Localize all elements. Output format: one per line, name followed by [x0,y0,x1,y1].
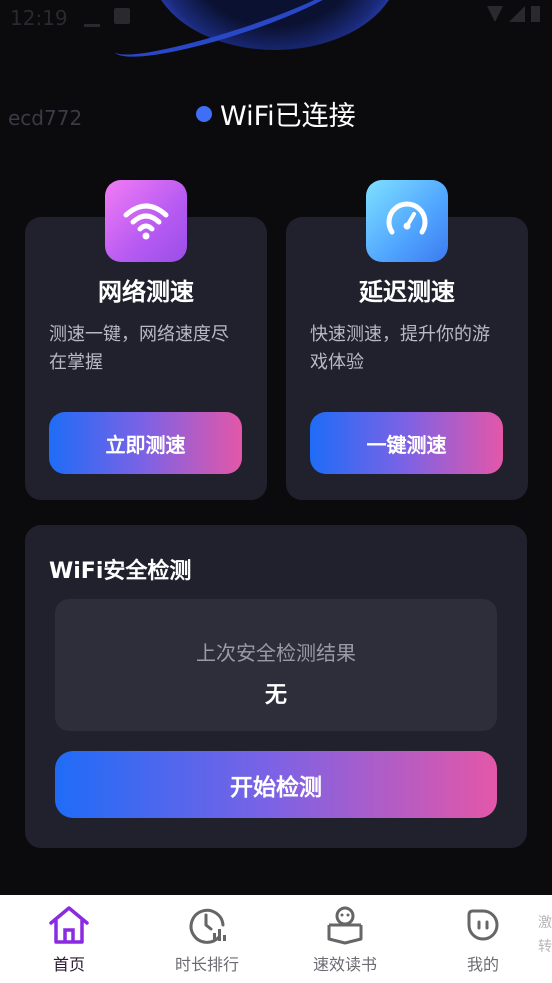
security-title: WiFi安全检测 [49,559,192,584]
nav-item-cut-off-label[interactable]: 激 转 [538,911,552,959]
wifi-signal-icon [487,6,503,22]
nav-label-duration-ranking: 时长排行 [174,955,239,974]
last-security-result: 上次安全检测结果 无 [55,599,497,731]
status-dot-icon [196,105,212,122]
nav-item-home[interactable]: 首页 [14,895,124,983]
network-speed-title: 网络测速 [98,278,194,306]
last-result-label: 上次安全检测结果 [196,641,356,665]
nav-item-profile[interactable]: 我的 [428,895,538,983]
cell-signal-icon [509,6,525,22]
start-speed-test-button[interactable]: 立即测速 [49,412,242,474]
profile-icon [461,903,505,947]
nav-label-speed-reading: 速效读书 [312,955,377,974]
network-speed-card: 网络测速 测速一键，网络速度尽在掌握 立即测速 [25,180,267,500]
network-speed-description: 测速一键，网络速度尽在掌握 [49,324,229,373]
nav-label-home: 首页 [52,955,85,974]
last-result-value: 无 [264,683,287,708]
gauge-icon [366,180,448,262]
nav-label-profile: 我的 [466,955,499,974]
latency-test-card: 延迟测速 快速测速，提升你的游戏体验 一键测速 [286,180,528,500]
start-security-check-button[interactable]: 开始检测 [55,751,497,818]
nav-item-speed-reading[interactable]: 速效读书 [290,895,400,983]
nav-item-duration-ranking[interactable]: 时长排行 [152,895,262,983]
download-icon [84,8,100,27]
bottom-nav: 首页 时长排行 速效读书 我的 激 转 [0,895,552,983]
status-time: 12:19 [10,6,68,30]
reading-icon [323,903,367,947]
one-tap-latency-test-button[interactable]: 一键测速 [310,412,503,474]
device-id: ecd772 [8,106,83,130]
status-icons [487,6,540,22]
wifi-security-card: WiFi安全检测 上次安全检测结果 无 开始检测 [25,525,527,848]
wifi-status: WiFi已连接 [196,94,356,133]
latency-test-title: 延迟测速 [359,278,455,306]
notification-icon [114,8,130,24]
battery-icon [531,6,540,22]
wifi-status-text: WiFi已连接 [220,101,356,132]
wifi-icon [105,180,187,262]
clock-chart-icon [185,903,229,947]
home-icon [47,903,91,947]
latency-test-description: 快速测速，提升你的游戏体验 [310,324,490,373]
